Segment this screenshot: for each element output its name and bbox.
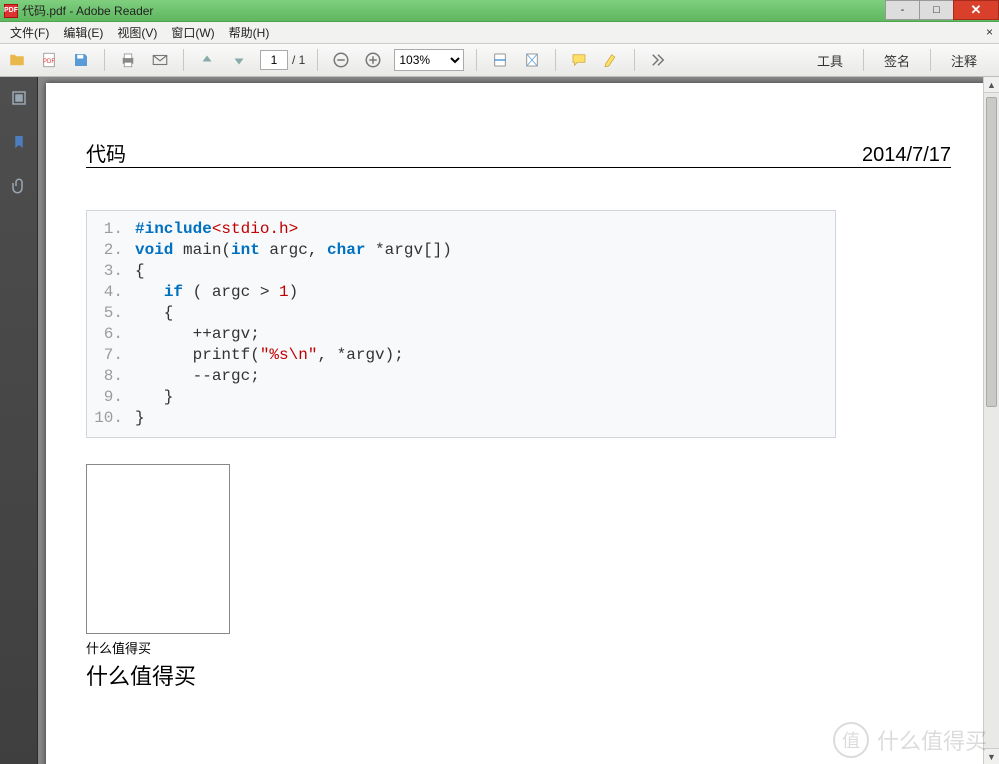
- sidebar-attachment-icon[interactable]: [8, 175, 30, 197]
- window-title: 代码.pdf - Adobe Reader: [22, 2, 153, 19]
- code-line: 2.void main(int argc, char *argv[]): [87, 240, 827, 261]
- image-placeholder: [86, 464, 230, 634]
- workspace: 代码 2014/7/17 1.#include<stdio.h>2.void m…: [0, 77, 999, 764]
- code-line: 7. printf("%s\n", *argv);: [87, 345, 827, 366]
- code-text: if ( argc > 1): [135, 282, 298, 303]
- window-buttons: - □ ✕: [886, 0, 999, 20]
- code-text: }: [135, 408, 145, 429]
- menu-edit[interactable]: 编辑(E): [57, 22, 109, 43]
- email-icon[interactable]: [149, 49, 171, 71]
- create-pdf-icon[interactable]: PDF: [38, 49, 60, 71]
- svg-text:PDF: PDF: [43, 59, 55, 65]
- line-number: 1.: [87, 219, 135, 240]
- code-text: void main(int argc, char *argv[]): [135, 240, 452, 261]
- fit-width-icon[interactable]: [489, 49, 511, 71]
- sidebar-thumbnails-icon[interactable]: [8, 87, 30, 109]
- page-total-label: / 1: [292, 53, 305, 67]
- line-number: 9.: [87, 387, 135, 408]
- code-text: #include<stdio.h>: [135, 219, 298, 240]
- read-mode-icon[interactable]: [647, 49, 669, 71]
- toolbar-right: 工具 签名 注释: [801, 45, 993, 76]
- page-indicator: / 1: [260, 50, 305, 70]
- print-icon[interactable]: [117, 49, 139, 71]
- code-block: 1.#include<stdio.h>2.void main(int argc,…: [86, 210, 836, 438]
- menu-help[interactable]: 帮助(H): [223, 22, 276, 43]
- tab-tools[interactable]: 工具: [801, 45, 859, 76]
- code-line: 10.}: [87, 408, 827, 429]
- scroll-up-icon[interactable]: ▲: [984, 77, 999, 93]
- line-number: 10.: [87, 408, 135, 429]
- maximize-button[interactable]: □: [919, 0, 954, 20]
- line-number: 7.: [87, 345, 135, 366]
- code-line: 5. {: [87, 303, 827, 324]
- code-text: {: [135, 303, 173, 324]
- sidebar: [0, 77, 38, 764]
- menu-file[interactable]: 文件(F): [4, 22, 55, 43]
- menubar-close-icon[interactable]: ×: [986, 25, 993, 39]
- line-number: 4.: [87, 282, 135, 303]
- document-area[interactable]: 代码 2014/7/17 1.#include<stdio.h>2.void m…: [38, 77, 999, 764]
- page-up-icon[interactable]: [196, 49, 218, 71]
- code-line: 6. ++argv;: [87, 324, 827, 345]
- zoom-out-icon[interactable]: [330, 49, 352, 71]
- document-title: 代码: [86, 138, 126, 167]
- minimize-button[interactable]: -: [885, 0, 920, 20]
- save-icon[interactable]: [70, 49, 92, 71]
- line-number: 6.: [87, 324, 135, 345]
- code-line: 1.#include<stdio.h>: [87, 219, 827, 240]
- image-caption-large: 什么值得买: [86, 659, 951, 691]
- app-icon: PDF: [4, 4, 18, 18]
- code-text: --argc;: [135, 366, 260, 387]
- code-text: printf("%s\n", *argv);: [135, 345, 404, 366]
- code-line: 8. --argc;: [87, 366, 827, 387]
- document-date: 2014/7/17: [862, 144, 951, 167]
- page-number-input[interactable]: [260, 50, 288, 70]
- sidebar-bookmark-icon[interactable]: [8, 131, 30, 153]
- close-button[interactable]: ✕: [953, 0, 999, 20]
- scroll-thumb[interactable]: [986, 97, 997, 407]
- menu-view[interactable]: 视图(V): [111, 22, 163, 43]
- menu-window[interactable]: 窗口(W): [165, 22, 220, 43]
- code-line: 9. }: [87, 387, 827, 408]
- pdf-page: 代码 2014/7/17 1.#include<stdio.h>2.void m…: [46, 83, 991, 764]
- line-number: 8.: [87, 366, 135, 387]
- toolbar: PDF / 1 103% 工具 签名 注释: [0, 44, 999, 77]
- page-down-icon[interactable]: [228, 49, 250, 71]
- window-titlebar: PDF 代码.pdf - Adobe Reader - □ ✕: [0, 0, 999, 22]
- zoom-select[interactable]: 103%: [394, 49, 464, 71]
- comment-bubble-icon[interactable]: [568, 49, 590, 71]
- zoom-in-icon[interactable]: [362, 49, 384, 71]
- tab-sign[interactable]: 签名: [868, 45, 926, 76]
- highlight-icon[interactable]: [600, 49, 622, 71]
- open-file-icon[interactable]: [6, 49, 28, 71]
- code-text: ++argv;: [135, 324, 260, 345]
- code-line: 3.{: [87, 261, 827, 282]
- fit-page-icon[interactable]: [521, 49, 543, 71]
- code-text: }: [135, 387, 173, 408]
- image-caption-small: 什么值得买: [86, 638, 951, 657]
- document-header: 代码 2014/7/17: [86, 138, 951, 168]
- line-number: 2.: [87, 240, 135, 261]
- code-text: {: [135, 261, 145, 282]
- line-number: 3.: [87, 261, 135, 282]
- scroll-down-icon[interactable]: ▼: [984, 748, 999, 764]
- line-number: 5.: [87, 303, 135, 324]
- menubar: 文件(F) 编辑(E) 视图(V) 窗口(W) 帮助(H) ×: [0, 22, 999, 44]
- vertical-scrollbar[interactable]: ▲ ▼: [983, 77, 999, 764]
- tab-comment[interactable]: 注释: [935, 45, 993, 76]
- code-line: 4. if ( argc > 1): [87, 282, 827, 303]
